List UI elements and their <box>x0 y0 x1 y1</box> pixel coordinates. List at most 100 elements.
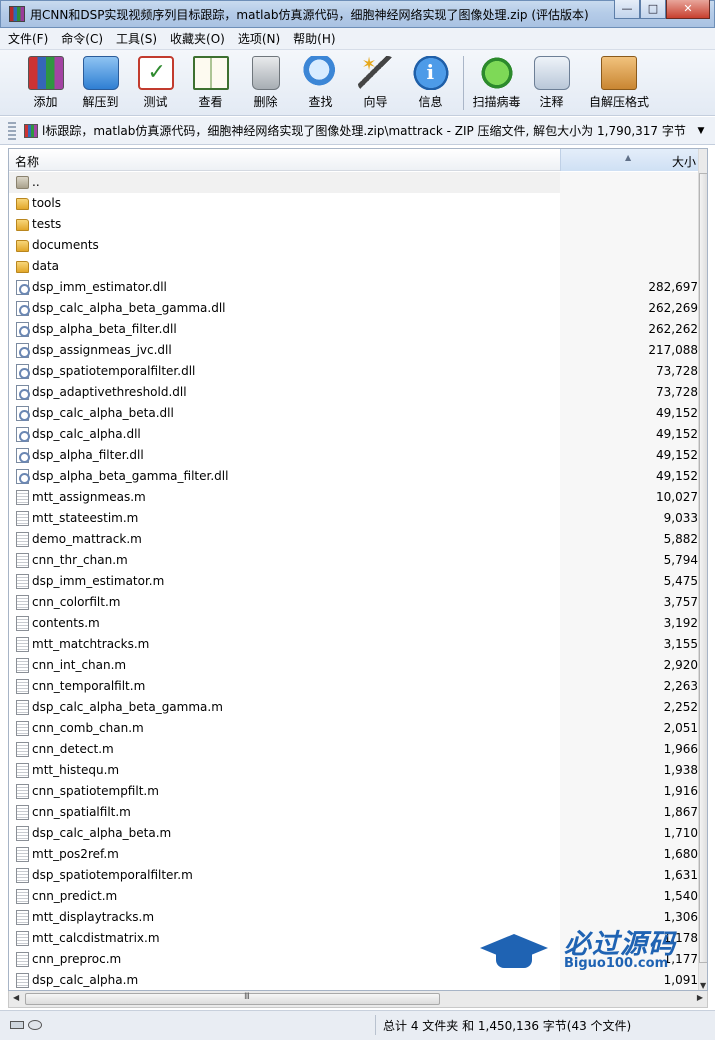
file-row[interactable]: 49,152 dsp_calc_alpha.dll <box>9 424 698 445</box>
file-name: mtt_displaytracks.m <box>32 910 155 924</box>
file-row[interactable]: 217,088 dsp_assignmeas_jvc.dll <box>9 340 698 361</box>
text-file-icon <box>16 490 29 505</box>
comment-button[interactable]: 注释 <box>524 50 579 116</box>
winrar-app-icon[interactable] <box>9 6 25 22</box>
sfx-icon <box>601 56 637 90</box>
size-cell <box>560 235 698 256</box>
file-name: dsp_alpha_filter.dll <box>32 448 144 462</box>
maximize-button[interactable]: □ <box>640 0 666 19</box>
file-row[interactable]: 1,680 mtt_pos2ref.m <box>9 844 698 865</box>
file-row[interactable]: 2,252 dsp_calc_alpha_beta_gamma.m <box>9 697 698 718</box>
menu-commands[interactable]: 命令(C) <box>61 30 103 47</box>
size-cell: 73,728 <box>560 382 698 403</box>
file-name: cnn_thr_chan.m <box>32 553 128 567</box>
address-path[interactable]: l标跟踪，matlab仿真源代码，细胞神经网络实现了图像处理.zip\mattr… <box>42 122 693 139</box>
info-button[interactable]: 信息 <box>403 50 458 116</box>
file-row[interactable]: 5,475 dsp_imm_estimator.m <box>9 571 698 592</box>
folder-row[interactable]: tools <box>9 193 698 214</box>
title-bar[interactable]: 用CNN和DSP实现视频序列目标跟踪，matlab仿真源代码，细胞神经网络实现了… <box>0 0 715 28</box>
file-name: dsp_spatiotemporalfilter.m <box>32 868 193 882</box>
find-button[interactable]: 查找 <box>293 50 348 116</box>
scroll-down-arrow-icon[interactable]: ▼ <box>700 981 706 990</box>
vertical-scroll-thumb[interactable] <box>699 173 707 963</box>
address-grip[interactable] <box>8 122 16 140</box>
file-row[interactable]: 1,966 cnn_detect.m <box>9 739 698 760</box>
file-row[interactable]: 1,540 cnn_predict.m <box>9 886 698 907</box>
file-size: 2,263 <box>663 679 698 693</box>
file-row[interactable]: 49,152 dsp_alpha_beta_gamma_filter.dll <box>9 466 698 487</box>
file-row[interactable]: 1,867 cnn_spatialfilt.m <box>9 802 698 823</box>
folder-row[interactable]: data <box>9 256 698 277</box>
file-row[interactable]: 3,757 cnn_colorfilt.m <box>9 592 698 613</box>
menu-file[interactable]: 文件(F) <box>8 30 48 47</box>
file-row[interactable]: 262,269 dsp_calc_alpha_beta_gamma.dll <box>9 298 698 319</box>
add-icon <box>27 56 64 90</box>
file-size: 1,710 <box>663 826 698 840</box>
file-row[interactable]: 10,027 mtt_assignmeas.m <box>9 487 698 508</box>
file-row[interactable]: 3,155 mtt_matchtracks.m <box>9 634 698 655</box>
close-button[interactable]: ✕ <box>666 0 710 19</box>
file-row[interactable]: 3,192 contents.m <box>9 613 698 634</box>
file-size: 3,192 <box>663 616 698 630</box>
file-row[interactable]: 1,631 dsp_spatiotemporalfilter.m <box>9 865 698 886</box>
extract-to-button[interactable]: 解压到 <box>73 50 128 116</box>
file-name: dsp_calc_alpha.dll <box>32 427 141 441</box>
file-row[interactable]: 73,728 dsp_spatiotemporalfilter.dll <box>9 361 698 382</box>
wizard-button[interactable]: 向导 <box>348 50 403 116</box>
virus-scan-button[interactable]: 扫描病毒 <box>469 50 524 116</box>
menu-tools[interactable]: 工具(S) <box>116 30 157 47</box>
status-divider <box>375 1015 376 1035</box>
file-name: cnn_detect.m <box>32 742 114 756</box>
file-row[interactable]: 282,697 dsp_imm_estimator.dll <box>9 277 698 298</box>
drive-key-icon[interactable] <box>10 1019 46 1031</box>
file-row[interactable]: 9,033 mtt_stateestim.m <box>9 508 698 529</box>
sfx-button[interactable]: 自解压格式 <box>579 50 659 116</box>
file-row[interactable]: 262,262 dsp_alpha_beta_filter.dll <box>9 319 698 340</box>
file-row[interactable]: 49,152 dsp_alpha_filter.dll <box>9 445 698 466</box>
file-size: 1,938 <box>663 763 698 777</box>
dll-file-icon <box>16 343 30 358</box>
scroll-left-arrow-icon[interactable]: ◀ <box>13 993 19 1002</box>
column-name-header[interactable]: 名称 <box>15 153 39 170</box>
file-size: 9,033 <box>663 511 698 525</box>
address-bar[interactable]: l标跟踪，matlab仿真源代码，细胞神经网络实现了图像处理.zip\mattr… <box>0 117 715 145</box>
size-cell: 49,152 <box>560 466 698 487</box>
file-row[interactable]: 1,916 cnn_spatiotempfilt.m <box>9 781 698 802</box>
file-row[interactable]: 2,920 cnn_int_chan.m <box>9 655 698 676</box>
file-name: cnn_preproc.m <box>32 952 122 966</box>
menu-help[interactable]: 帮助(H) <box>293 30 335 47</box>
test-button[interactable]: 测试 <box>128 50 183 116</box>
file-name: mtt_matchtracks.m <box>32 637 150 651</box>
file-name: dsp_calc_alpha_beta.m <box>32 826 172 840</box>
file-row[interactable]: 49,152 dsp_calc_alpha_beta.dll <box>9 403 698 424</box>
file-row[interactable]: 2,263 cnn_temporalfilt.m <box>9 676 698 697</box>
scroll-right-arrow-icon[interactable]: ▶ <box>697 993 703 1002</box>
column-size-header[interactable]: ▲ 大小 <box>560 149 698 171</box>
menu-favorites[interactable]: 收藏夹(O) <box>170 30 225 47</box>
menu-options[interactable]: 选项(N) <box>238 30 280 47</box>
file-name: cnn_predict.m <box>32 889 118 903</box>
view-button[interactable]: 查看 <box>183 50 238 116</box>
file-size: 262,269 <box>648 301 698 315</box>
horizontal-scroll-thumb[interactable]: III <box>25 992 440 1005</box>
file-row[interactable]: 1,938 mtt_histequ.m <box>9 760 698 781</box>
file-row[interactable]: 73,728 dsp_adaptivethreshold.dll <box>9 382 698 403</box>
file-list[interactable]: 名称 ▲ 大小 .. tools tests documents data 282,697… <box>8 148 708 991</box>
file-row[interactable]: 5,794 cnn_thr_chan.m <box>9 550 698 571</box>
add-button[interactable]: 添加 <box>18 50 73 116</box>
file-size: 73,728 <box>656 364 698 378</box>
vertical-scrollbar[interactable]: ▼ <box>698 149 707 990</box>
file-row[interactable]: 2,051 cnn_comb_chan.m <box>9 718 698 739</box>
minimize-button[interactable]: — <box>614 0 640 19</box>
parent-folder-row[interactable]: .. <box>9 172 698 193</box>
delete-button[interactable]: 删除 <box>238 50 293 116</box>
file-row[interactable]: 1,710 dsp_calc_alpha_beta.m <box>9 823 698 844</box>
folder-row[interactable]: tests <box>9 214 698 235</box>
scroll-grip: III <box>244 992 250 1002</box>
address-dropdown-icon[interactable]: ▼ <box>693 126 709 136</box>
folder-row[interactable]: documents <box>9 235 698 256</box>
horizontal-scrollbar[interactable]: ◀ III ▶ <box>8 991 708 1008</box>
file-name: cnn_spatialfilt.m <box>32 805 131 819</box>
file-row[interactable]: 5,882 demo_mattrack.m <box>9 529 698 550</box>
find-icon <box>302 56 339 90</box>
